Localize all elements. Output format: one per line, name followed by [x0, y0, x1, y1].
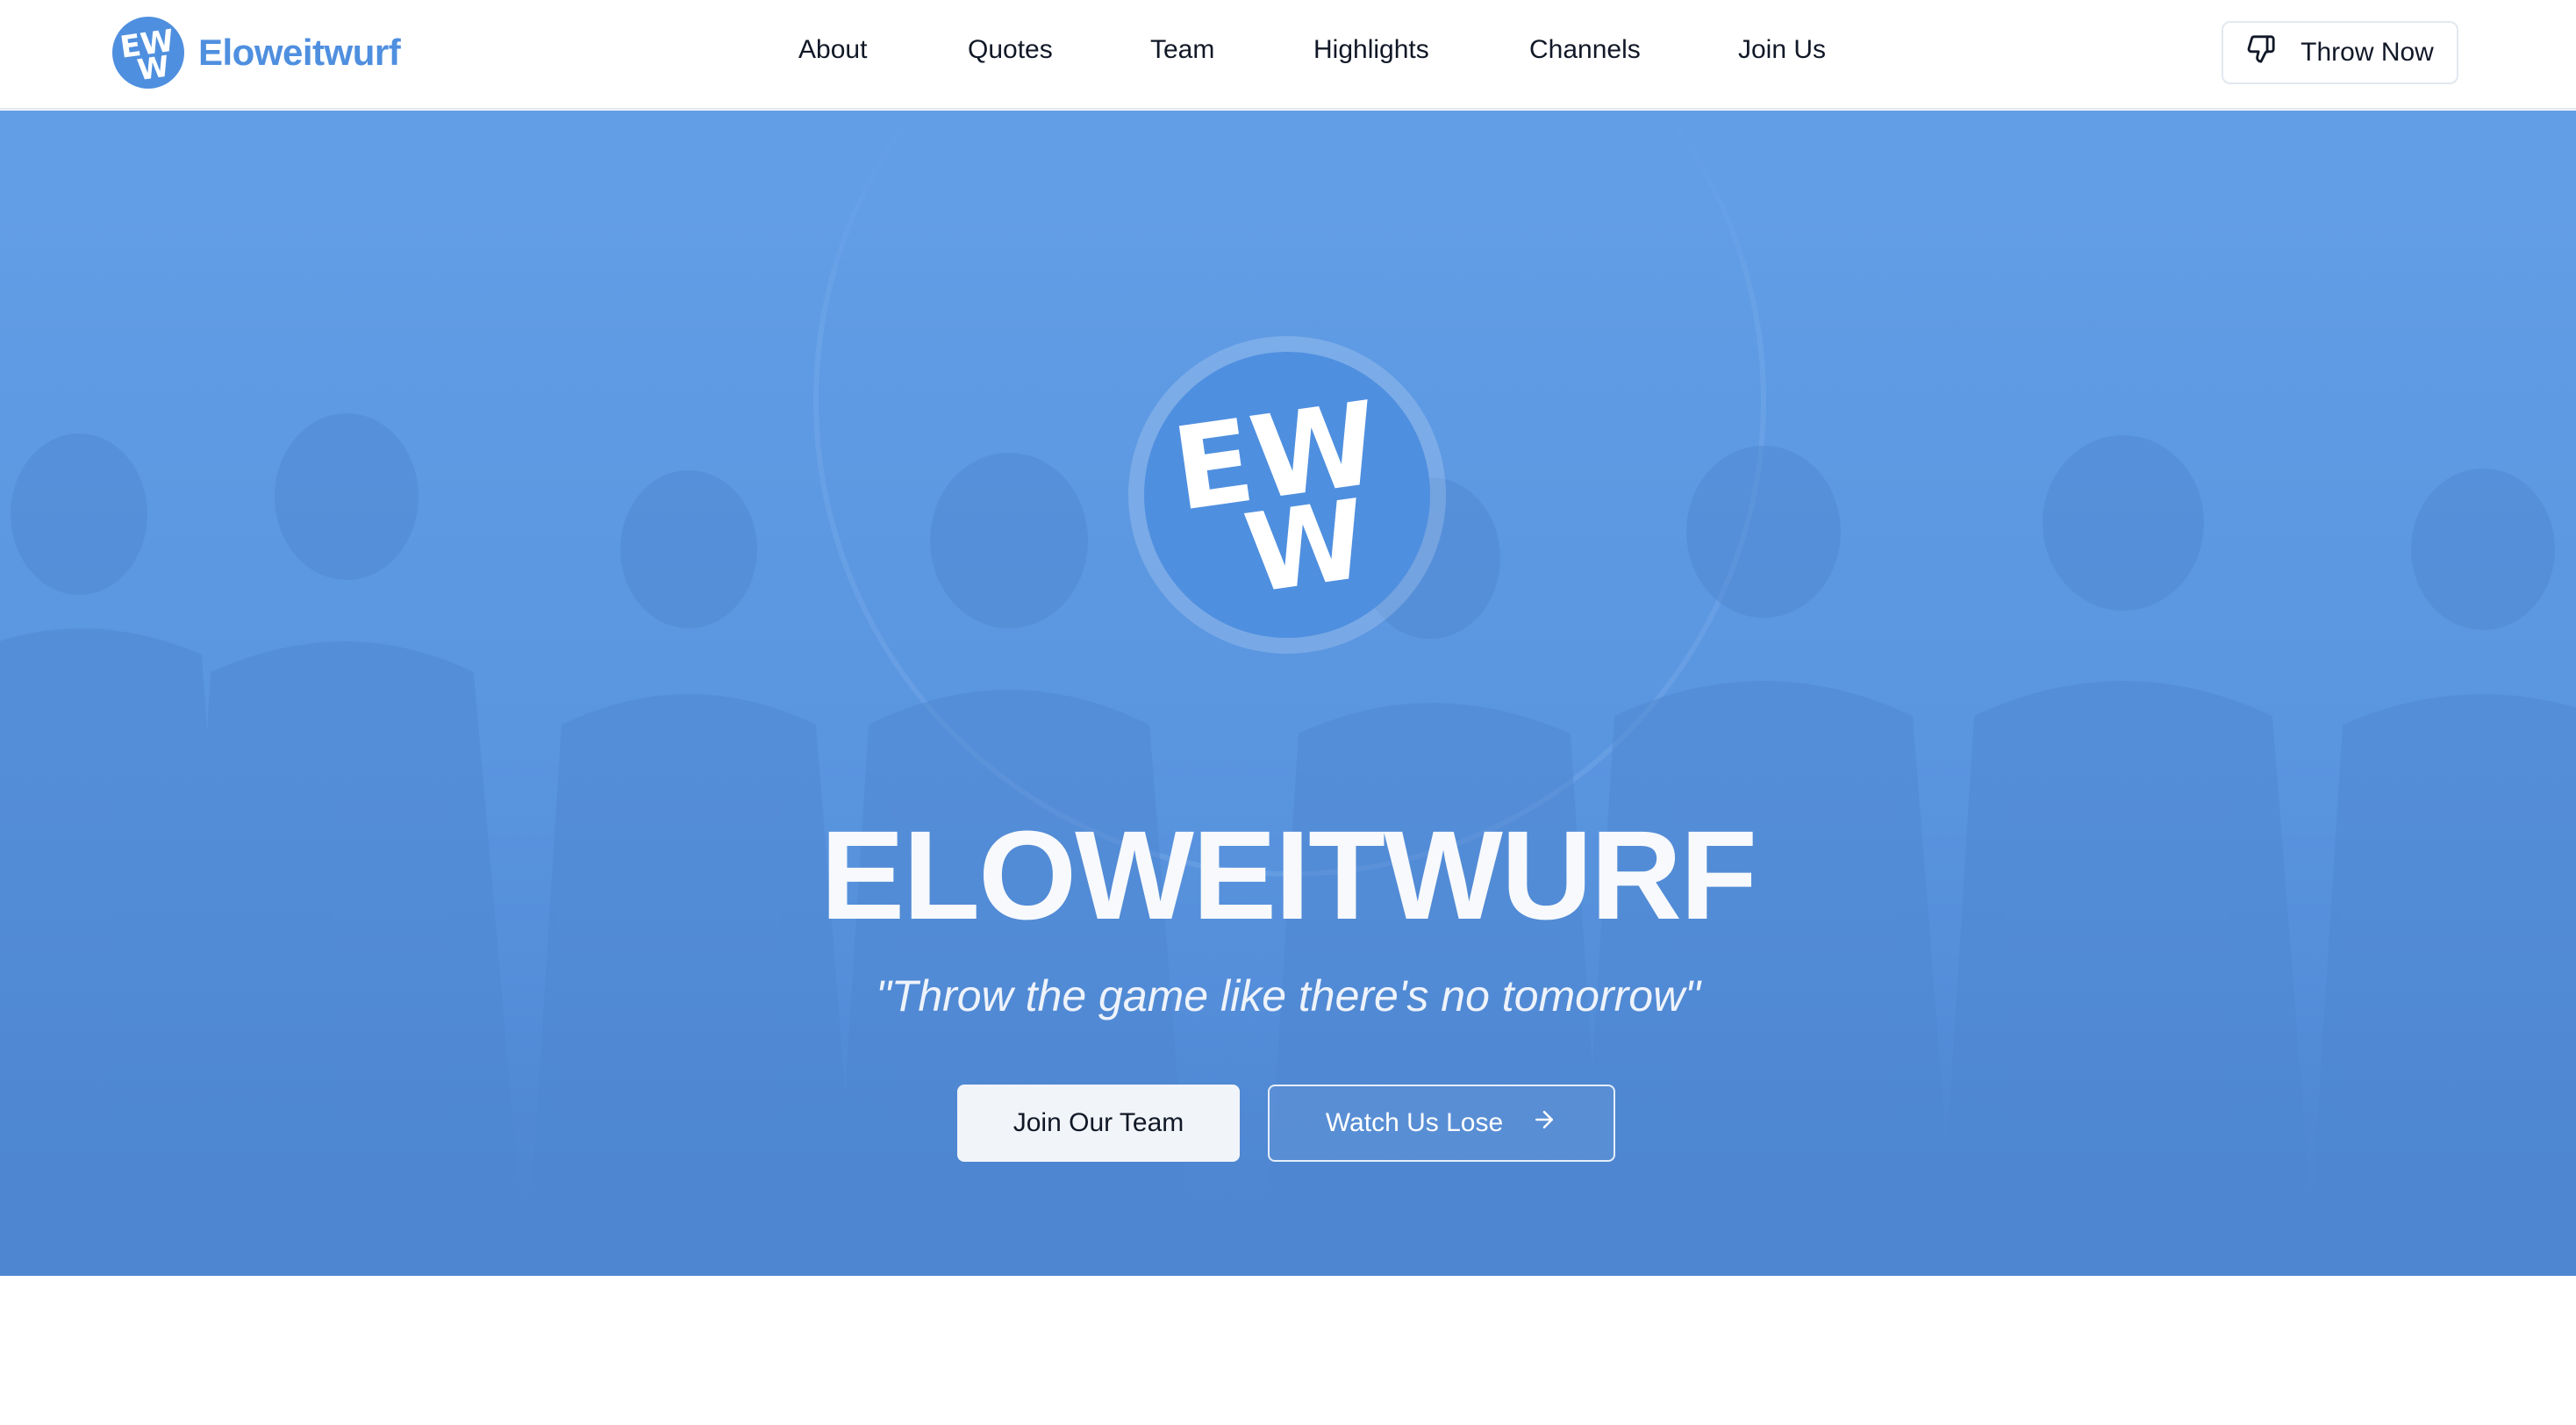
throw-now-button[interactable]: Throw Now [2222, 21, 2458, 84]
nav-link-about[interactable]: About [798, 35, 867, 65]
hero-tagline: "Throw the game like there's no tomorrow… [876, 971, 1700, 1020]
nav-link-quotes[interactable]: Quotes [968, 35, 1053, 65]
hero-logo-icon: EW W [1144, 352, 1430, 638]
nav-link-channels[interactable]: Channels [1529, 35, 1641, 65]
svg-text:W: W [1238, 476, 1374, 619]
hero-section: EW W ELOWEITWURF "Throw the game like th… [0, 111, 2576, 1276]
thumbs-down-icon [2246, 34, 2276, 71]
nav-link-highlights[interactable]: Highlights [1313, 35, 1429, 65]
join-our-team-label: Join Our Team [1013, 1108, 1184, 1137]
main-nav: About Quotes Team Highlights Channels Jo… [0, 0, 2576, 104]
throw-now-label: Throw Now [2301, 38, 2434, 67]
nav-link-join-us[interactable]: Join Us [1738, 35, 1826, 65]
arrow-right-icon [1531, 1106, 1557, 1140]
watch-us-lose-label: Watch Us Lose [1325, 1108, 1504, 1137]
hero-content: EW W ELOWEITWURF "Throw the game like th… [0, 111, 2576, 1276]
hero-title: ELOWEITWURF [820, 805, 1757, 946]
nav-link-team[interactable]: Team [1150, 35, 1214, 65]
watch-us-lose-button[interactable]: Watch Us Lose [1268, 1085, 1615, 1162]
top-navbar: EW W Eloweitwurf About Quotes Team Highl… [0, 0, 2576, 110]
join-our-team-button[interactable]: Join Our Team [957, 1085, 1240, 1162]
